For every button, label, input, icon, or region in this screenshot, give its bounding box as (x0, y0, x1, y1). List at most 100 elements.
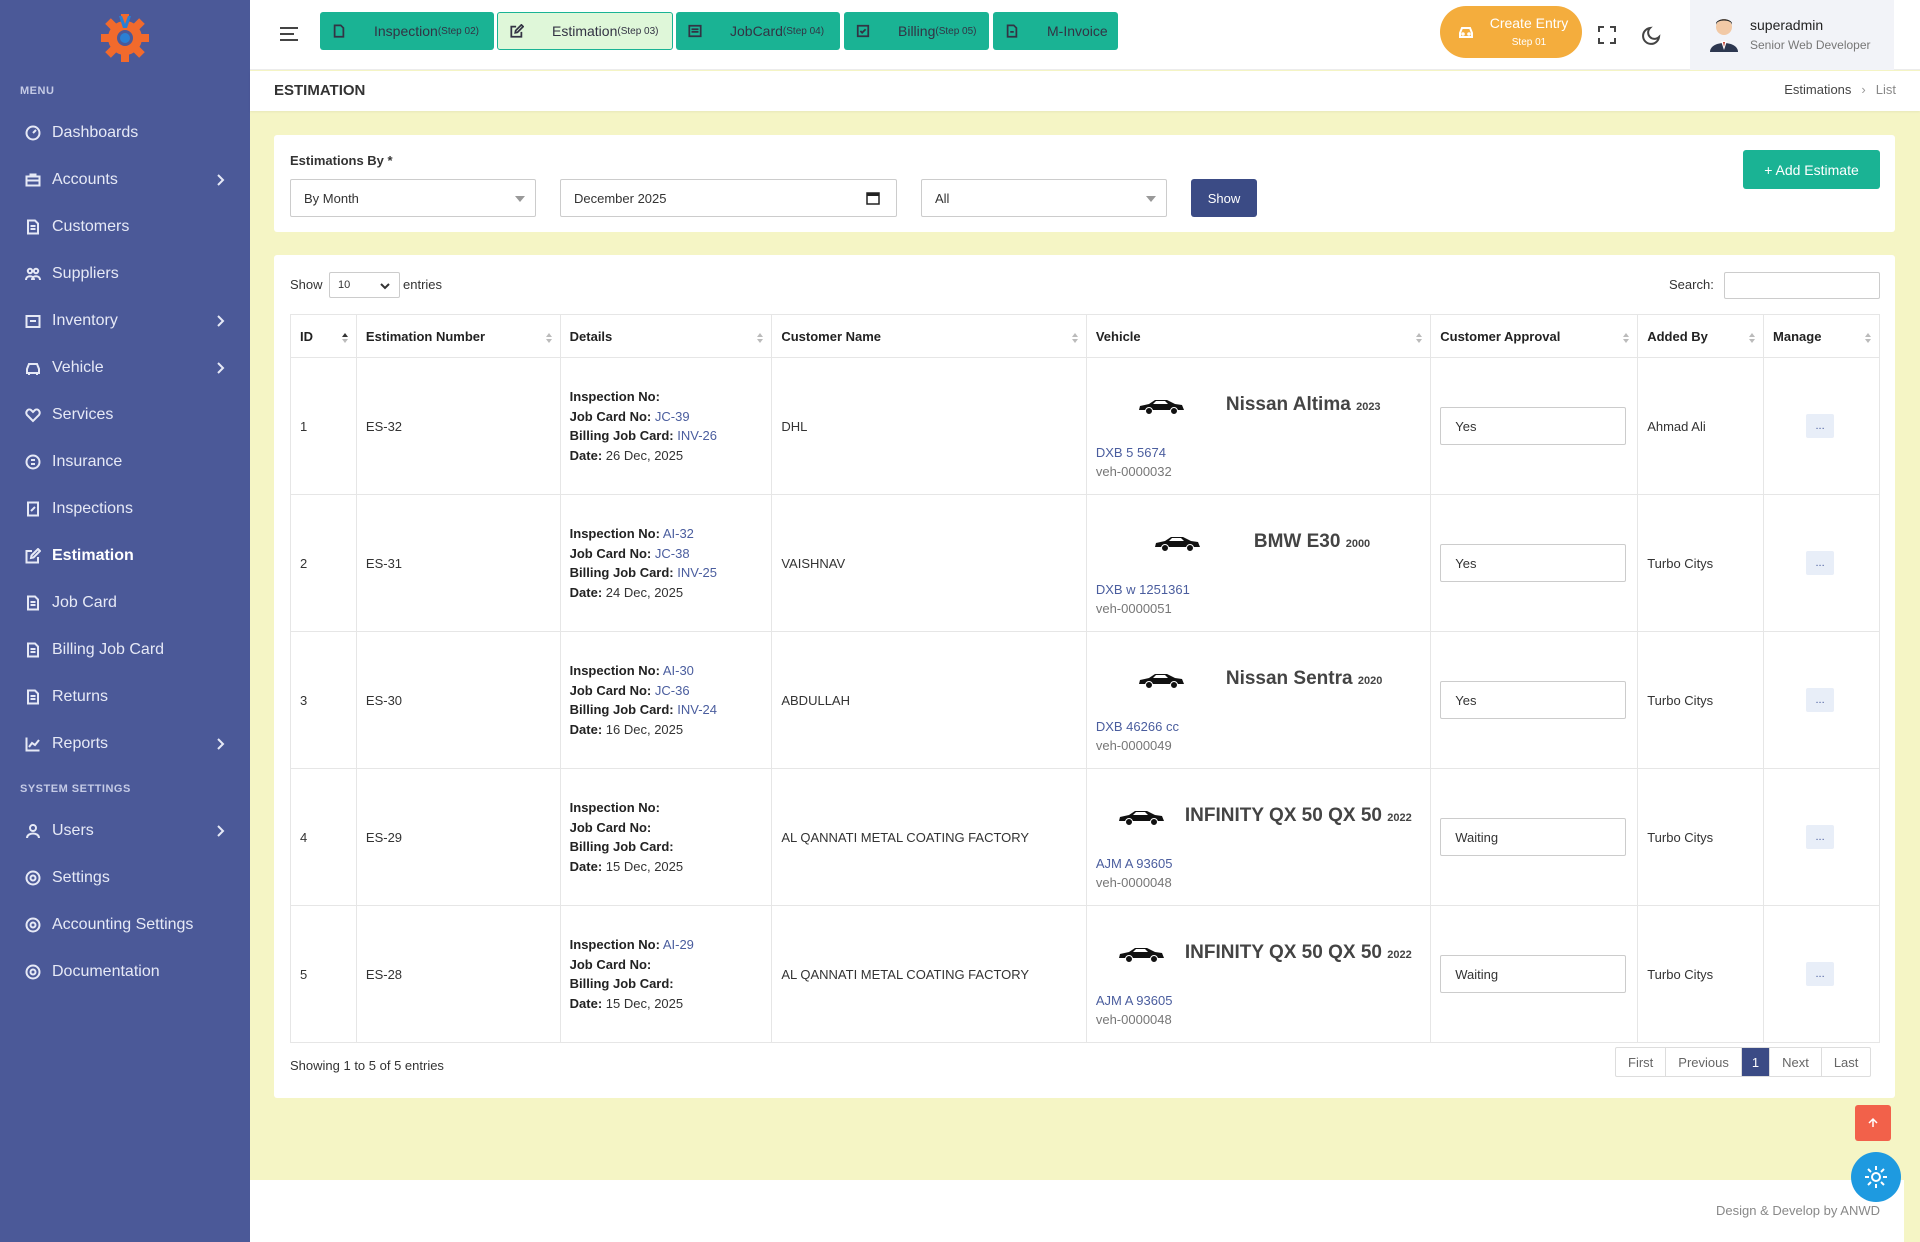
detail-label: Date: (569, 584, 603, 600)
inspection-link[interactable]: AI-30 (663, 663, 694, 678)
table-row: 1 ES-32 Inspection No: Job Card No: JC-39 B… (290, 357, 1880, 495)
sidebar-item-estimation[interactable]: Estimation (0, 536, 250, 576)
status-select[interactable]: All (921, 179, 1167, 217)
entries-select[interactable]: 10 (329, 272, 400, 298)
step-estimation[interactable]: Estimation (Step 03) (497, 12, 673, 50)
sidebar-item-accounting-settings[interactable]: Accounting Settings (0, 905, 250, 945)
vehicle-plate[interactable]: DXB w 1251361 (1096, 582, 1190, 597)
column-header-label: ID (300, 328, 313, 344)
jobcard-link[interactable]: JC-39 (655, 409, 690, 424)
step-billing[interactable]: Billing (Step 05) (844, 12, 989, 50)
month-picker[interactable]: December 2025 (560, 179, 897, 217)
create-entry-button[interactable]: Create Entry Step 01 (1440, 6, 1582, 58)
detail-label: Inspection No: (569, 800, 660, 815)
detail-label: Date: (569, 721, 603, 737)
approval-select[interactable]: Yes (1440, 681, 1627, 719)
jobcard-link[interactable]: JC-36 (655, 683, 690, 698)
filter-label: Estimations By * (290, 153, 393, 168)
fullscreen-icon[interactable] (1596, 24, 1618, 46)
billing-link[interactable]: INV-25 (677, 565, 717, 580)
vehicle-plate[interactable]: DXB 5 5674 (1096, 445, 1166, 460)
sidebar-item-label: Returns (52, 688, 109, 705)
approval-select[interactable]: Waiting (1440, 818, 1627, 856)
sidebar-item-job-card[interactable]: Job Card (0, 583, 250, 623)
car-icon (1137, 396, 1185, 416)
sidebar-item-documentation[interactable]: Documentation (0, 952, 250, 992)
user-profile[interactable]: superadmin Senior Web Developer (1690, 0, 1894, 70)
sort-icon[interactable] (1416, 333, 1423, 343)
sidebar-item-suppliers[interactable]: Suppliers (0, 254, 250, 294)
billing-link[interactable]: INV-24 (677, 702, 717, 717)
sidebar-item-label: Job Card (52, 594, 117, 611)
sort-icon[interactable] (341, 333, 348, 343)
manage-menu-button[interactable]: ... (1806, 414, 1835, 438)
sidebar-item-insurance[interactable]: Insurance (0, 442, 250, 482)
sidebar-item-settings[interactable]: Settings (0, 858, 250, 898)
add-estimate-button[interactable]: + Add Estimate (1743, 150, 1880, 189)
estimation-by-select[interactable]: By Month (290, 179, 536, 217)
sidebar-item-reports[interactable]: Reports (0, 724, 250, 764)
approval-select[interactable]: Waiting (1440, 955, 1627, 993)
row-details: Inspection No: AI-29 Job Card No: Billing… (559, 905, 773, 1043)
manage-menu-button[interactable]: ... (1806, 962, 1835, 986)
jobcard-link[interactable]: JC-38 (655, 546, 690, 561)
sidebar-item-inspections[interactable]: Inspections (0, 489, 250, 529)
column-header-label: Added By (1647, 328, 1708, 344)
search-input[interactable] (1724, 272, 1880, 299)
sort-icon[interactable] (545, 333, 552, 343)
sort-icon[interactable] (1071, 333, 1078, 343)
inspection-link[interactable]: AI-29 (663, 937, 694, 952)
billing-link[interactable]: INV-26 (677, 428, 717, 443)
sidebar-item-inventory[interactable]: Inventory (0, 301, 250, 341)
hamburger-menu-icon[interactable] (279, 25, 299, 43)
column-header[interactable]: Customer Name (771, 314, 1087, 358)
settings-gear-button[interactable] (1851, 1152, 1901, 1202)
sort-icon[interactable] (757, 333, 764, 343)
sort-icon[interactable] (1749, 333, 1756, 343)
approval-select[interactable]: Yes (1440, 407, 1627, 445)
chevron-right-icon (212, 736, 228, 752)
manage-menu-button[interactable]: ... (1806, 551, 1835, 575)
pager-page-1[interactable]: 1 (1741, 1048, 1771, 1076)
step-minvoice[interactable]: M-Invoice (993, 12, 1118, 50)
pager-next[interactable]: Next (1770, 1048, 1822, 1076)
calendar-icon[interactable] (866, 191, 880, 205)
step-label: JobCard (730, 23, 783, 39)
approval-select[interactable]: Yes (1440, 544, 1627, 582)
vehicle-plate[interactable]: AJM A 93605 (1096, 856, 1173, 871)
manage-menu-button[interactable]: ... (1806, 825, 1835, 849)
pager-last[interactable]: Last (1822, 1048, 1871, 1076)
manage-menu-button[interactable]: ... (1806, 688, 1835, 712)
sidebar-item-billing-job-card[interactable]: Billing Job Card (0, 630, 250, 670)
step-inspection[interactable]: Inspection (Step 02) (320, 12, 494, 50)
sidebar-item-vehicle[interactable]: Vehicle (0, 348, 250, 388)
column-header[interactable]: Added By (1637, 314, 1765, 358)
step-jobcard[interactable]: JobCard (Step 04) (676, 12, 840, 50)
vehicle-plate[interactable]: DXB 46266 cc (1096, 719, 1179, 734)
vehicle-plate[interactable]: AJM A 93605 (1096, 993, 1173, 1008)
column-header[interactable]: Customer Approval (1430, 314, 1639, 358)
pager-previous[interactable]: Previous (1666, 1048, 1742, 1076)
sidebar-item-dashboards[interactable]: Dashboards (0, 113, 250, 153)
column-header[interactable]: Vehicle (1085, 314, 1432, 358)
column-header[interactable]: Manage (1763, 314, 1880, 358)
sort-icon[interactable] (1865, 333, 1871, 343)
sidebar-item-users[interactable]: Users (0, 811, 250, 851)
app-logo[interactable] (97, 8, 153, 64)
pager-first[interactable]: First (1616, 1048, 1667, 1076)
approval-cell: Yes (1430, 357, 1639, 495)
sidebar-item-customers[interactable]: Customers (0, 207, 250, 247)
scroll-to-top-button[interactable] (1855, 1105, 1891, 1141)
estimate-date: 26 Dec, 2025 (605, 447, 684, 463)
sidebar-item-services[interactable]: Services (0, 395, 250, 435)
show-button[interactable]: Show (1191, 179, 1257, 217)
breadcrumb-estimations[interactable]: Estimations (1784, 82, 1851, 97)
sidebar-item-accounts[interactable]: Accounts (0, 160, 250, 200)
column-header[interactable]: Estimation Number (355, 314, 561, 358)
sort-icon[interactable] (1623, 333, 1630, 343)
column-header[interactable]: Details (559, 314, 773, 358)
dark-mode-moon-icon[interactable] (1641, 24, 1663, 46)
inspection-link[interactable]: AI-32 (663, 526, 694, 541)
sidebar-item-returns[interactable]: Returns (0, 677, 250, 717)
column-header[interactable]: ID (290, 314, 357, 358)
